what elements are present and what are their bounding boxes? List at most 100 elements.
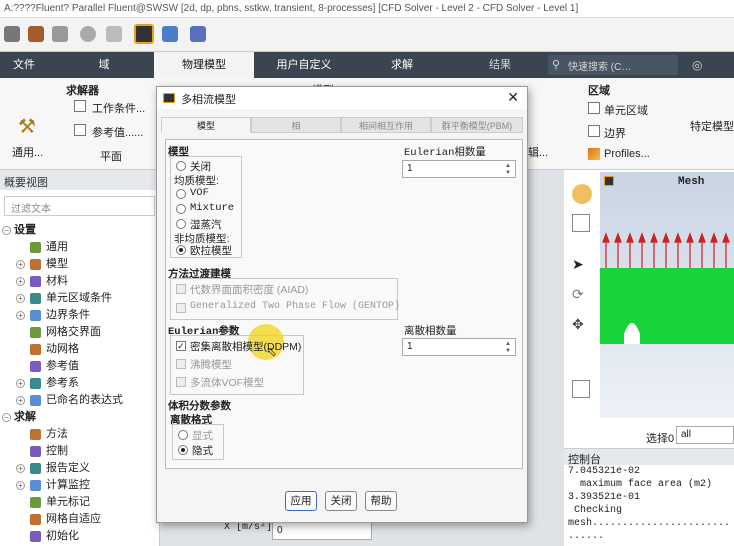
collapse-icon[interactable]: − (2, 226, 11, 235)
eulerian-count-input[interactable]: 1 ▲ ▼ (402, 160, 516, 178)
layers-icon[interactable] (52, 26, 68, 42)
wet-steam-radio[interactable] (176, 219, 186, 229)
rotate-icon[interactable] (572, 184, 592, 204)
tree-item[interactable]: 控制 (0, 443, 159, 460)
ddpm-checkbox[interactable]: ✓ (176, 341, 186, 351)
vof-radio[interactable] (176, 189, 186, 199)
tab-physics[interactable]: 物理模型 (154, 52, 254, 78)
materials-edit-button[interactable]: 辑... (528, 144, 548, 160)
tree-item[interactable]: + 材料 (0, 273, 159, 290)
implicit-radio[interactable] (178, 445, 188, 455)
tree-item-label: 参考系 (46, 377, 79, 389)
tree-item[interactable]: + 模型 (0, 256, 159, 273)
gravity-x-input[interactable]: 0 (272, 522, 372, 540)
tree-filter-input[interactable]: 过滤文本 (4, 196, 155, 216)
tab-user-defined[interactable]: 用户自定义 (262, 52, 346, 78)
tree-item[interactable]: 动网格 (0, 341, 159, 358)
fluent-logo-icon (163, 93, 175, 103)
apply-button[interactable]: 应用 (285, 491, 317, 511)
tab-file[interactable]: 文件 (0, 52, 48, 78)
fit-icon[interactable] (572, 214, 590, 232)
spin-up-icon[interactable]: ▲ (505, 341, 513, 348)
tree-item[interactable]: 单元标记 (0, 494, 159, 511)
gentop-checkbox[interactable] (176, 303, 186, 313)
general-button[interactable]: 通用... (12, 144, 43, 160)
tree-item[interactable]: + 计算监控 (0, 477, 159, 494)
cell-zone-button[interactable]: 单元区域 (604, 102, 648, 118)
udf-icon[interactable] (162, 26, 178, 42)
mouse-cursor-icon: ⬁ (266, 344, 277, 359)
tree-section[interactable]: − 设置 (0, 222, 159, 239)
spin-up-icon[interactable]: ▲ (505, 163, 513, 170)
lightning-icon[interactable] (106, 26, 122, 42)
tree-item[interactable]: 初始化 (0, 528, 159, 545)
tab-interactions[interactable]: 相间相互作用 (341, 117, 431, 133)
tree-item[interactable]: + 参考系 (0, 375, 159, 392)
working-conditions-button[interactable]: 工作条件... (92, 100, 145, 116)
tab-pbm[interactable]: 群平衡模型(PBM) (431, 117, 523, 133)
select-input[interactable]: all (676, 426, 734, 444)
tree-item[interactable]: 网格自适应 (0, 511, 159, 528)
tree-item[interactable]: 参考值 (0, 358, 159, 375)
tree-item[interactable]: + 单元区域条件 (0, 290, 159, 307)
settings-icon[interactable]: ◎ (692, 58, 702, 72)
mde-icon[interactable] (190, 26, 206, 42)
refresh-icon[interactable] (80, 26, 96, 42)
reference-values-button[interactable]: 参考值...... (92, 124, 143, 140)
pan-icon[interactable]: ✥ (572, 316, 584, 333)
tree-item[interactable]: + 边界条件 (0, 307, 159, 324)
console-panel: 控制台 7.045321e-02 maximum face area (m2) 3… (564, 448, 734, 546)
discrete-count-input[interactable]: 1 ▲ ▼ (402, 338, 516, 356)
close-icon[interactable]: ✕ (507, 89, 519, 106)
expand-icon[interactable]: + (16, 294, 25, 303)
expand-icon[interactable]: + (16, 481, 25, 490)
cell-zone-icon (588, 102, 600, 114)
expand-icon[interactable]: + (16, 277, 25, 286)
multifluid-vof-checkbox[interactable] (176, 377, 186, 387)
expand-icon[interactable]: + (16, 464, 25, 473)
aiad-checkbox[interactable] (176, 284, 186, 294)
velocity-arrowhead (722, 232, 730, 243)
tree-item[interactable]: + 已命名的表达式 (0, 392, 159, 409)
tab-domain[interactable]: 域 (80, 52, 128, 78)
tree-section[interactable]: − 求解 (0, 409, 159, 426)
zoom-icon[interactable] (572, 380, 590, 398)
mixture-radio[interactable] (176, 204, 186, 214)
paint-icon[interactable] (28, 26, 44, 42)
expand-icon[interactable]: + (16, 260, 25, 269)
help-button[interactable]: 帮助 (365, 491, 397, 511)
dialog-tabs: 模型 相 相间相互作用 群平衡模型(PBM) (161, 117, 523, 133)
spin-down-icon[interactable]: ▼ (505, 170, 513, 177)
close-button[interactable]: 关闭 (325, 491, 357, 511)
profiles-button[interactable]: Profiles... (604, 148, 650, 160)
expand-icon[interactable]: + (16, 396, 25, 405)
spin-down-icon[interactable]: ▼ (505, 348, 513, 355)
cube-icon[interactable] (4, 26, 20, 42)
tree-item[interactable]: 通用 (0, 239, 159, 256)
eulerian-radio[interactable] (176, 245, 186, 255)
tab-phases[interactable]: 相 (251, 117, 341, 133)
search-input[interactable]: 快速搜索 (C… (548, 55, 678, 75)
console-line: ...... (568, 531, 605, 542)
model-off-radio[interactable] (176, 161, 186, 171)
ribbon-tab-bar: 文件 域 物理模型 用户自定义 求解 结果 快速搜索 (C… ⚲ ◎ (0, 52, 734, 78)
pointer-icon[interactable]: ➤ (572, 256, 584, 273)
boundary-button[interactable]: 边界 (604, 125, 626, 141)
tab-solution[interactable]: 求解 (374, 52, 430, 78)
tab-model[interactable]: 模型 (161, 117, 251, 133)
tab-results[interactable]: 结果 (488, 52, 512, 78)
tree-item[interactable]: + 报告定义 (0, 460, 159, 477)
workbench-icon[interactable] (134, 24, 154, 44)
tree-node-icon (30, 310, 41, 321)
expand-icon[interactable]: + (16, 311, 25, 320)
specific-model-button[interactable]: 特定模型 (690, 118, 734, 134)
explicit-radio[interactable] (178, 430, 188, 440)
boiling-checkbox[interactable] (176, 359, 186, 369)
collapse-icon[interactable]: − (2, 413, 11, 422)
rotate-view-icon[interactable]: ⟳ (572, 286, 584, 303)
tree-item[interactable]: 方法 (0, 426, 159, 443)
velocity-arrowhead (686, 232, 694, 243)
tree-item[interactable]: 网格交界面 (0, 324, 159, 341)
expand-icon[interactable]: + (16, 379, 25, 388)
tree-node-icon (30, 361, 41, 372)
